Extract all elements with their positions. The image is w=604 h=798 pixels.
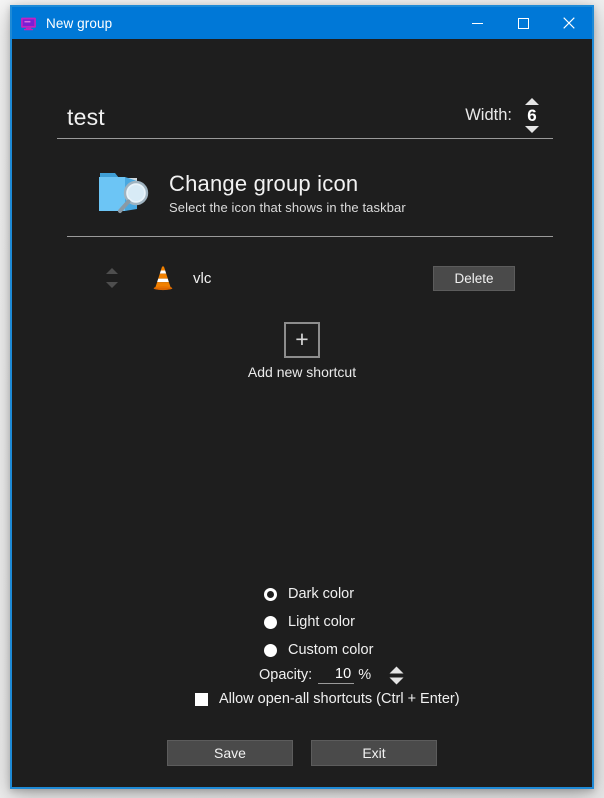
opacity-unit: % (358, 667, 372, 683)
opacity-decrement-icon[interactable] (389, 677, 404, 685)
window-titlebar[interactable]: New group (12, 7, 592, 39)
opacity-label: Opacity: (259, 667, 313, 683)
minimize-button[interactable] (454, 7, 500, 39)
shortcut-label: vlc (193, 269, 212, 287)
plus-glyph: + (295, 325, 309, 352)
radio-light-color-icon (264, 615, 277, 629)
folder-search-icon (99, 172, 149, 213)
add-new-shortcut-label: Add new shortcut (247, 364, 357, 380)
monitor-icon (21, 17, 36, 30)
allow-open-all-label: Allow open-all shortcuts (Ctrl + Enter) (219, 691, 460, 707)
exit-button[interactable]: Exit (311, 740, 437, 766)
maximize-icon (517, 17, 529, 29)
change-group-icon-title: Change group icon (169, 170, 359, 196)
radio-dark-color-label: Dark color (288, 586, 355, 602)
radio-option-light-color[interactable]: Light color (264, 608, 355, 636)
shortcut-list: vlc Delete (67, 257, 553, 299)
window-title: New group (46, 15, 113, 31)
window-content: test Width: 6 Change group icon Select t… (12, 39, 592, 787)
footer-buttons: Save Exit (12, 740, 592, 766)
allow-open-all-checkbox[interactable] (195, 692, 208, 706)
new-group-window: New group test Width: 6 Change group ico… (10, 5, 594, 789)
chevron-up-icon[interactable] (105, 267, 119, 275)
group-name-input[interactable]: test (57, 104, 105, 138)
close-icon (563, 17, 575, 29)
radio-light-color-label: Light color (288, 614, 355, 630)
opacity-spinner (389, 666, 404, 685)
shortcut-reorder-control (97, 267, 127, 289)
radio-option-dark-color[interactable]: Dark color (264, 580, 354, 608)
titlebar-left: New group (12, 15, 454, 32)
close-button[interactable] (546, 7, 592, 39)
minimize-icon (471, 22, 483, 24)
plus-icon: + (284, 322, 320, 358)
delete-shortcut-button[interactable]: Delete (433, 265, 515, 291)
width-value[interactable]: 6 (527, 107, 536, 124)
width-decrement-icon[interactable] (524, 125, 540, 134)
radio-custom-color-label: Custom color (288, 642, 374, 658)
width-label: Width: (465, 106, 512, 124)
chevron-down-icon[interactable] (105, 281, 119, 289)
opacity-input[interactable]: 10 (318, 666, 355, 684)
radio-custom-color-icon (264, 643, 277, 657)
change-group-icon-subtitle: Select the icon that shows in the taskba… (169, 199, 406, 215)
allow-open-all-row[interactable]: Allow open-all shortcuts (Ctrl + Enter) (195, 691, 460, 707)
desktop-background: New group test Width: 6 Change group ico… (0, 0, 604, 798)
save-button[interactable]: Save (167, 740, 293, 766)
shortcut-row[interactable]: vlc Delete (67, 257, 553, 299)
color-options-group: Dark color Light color Custom color (12, 580, 592, 664)
width-spinner: 6 (521, 97, 543, 134)
change-group-icon-row[interactable]: Change group icon Select the icon that s… (67, 157, 553, 237)
change-group-icon-texts: Change group icon Select the icon that s… (169, 171, 406, 215)
group-header-row: test Width: 6 (57, 87, 553, 139)
opacity-increment-icon[interactable] (389, 666, 404, 674)
add-new-shortcut-button[interactable]: + Add new shortcut (12, 322, 592, 380)
opacity-control: Opacity: 10 % (259, 662, 404, 688)
width-increment-icon[interactable] (524, 97, 540, 106)
vlc-cone-icon (153, 266, 173, 291)
window-controls (454, 7, 592, 39)
radio-option-custom-color[interactable]: Custom color (264, 636, 373, 664)
radio-dark-color-icon (264, 587, 277, 601)
width-control: Width: 6 (465, 97, 553, 138)
maximize-button[interactable] (500, 7, 546, 39)
